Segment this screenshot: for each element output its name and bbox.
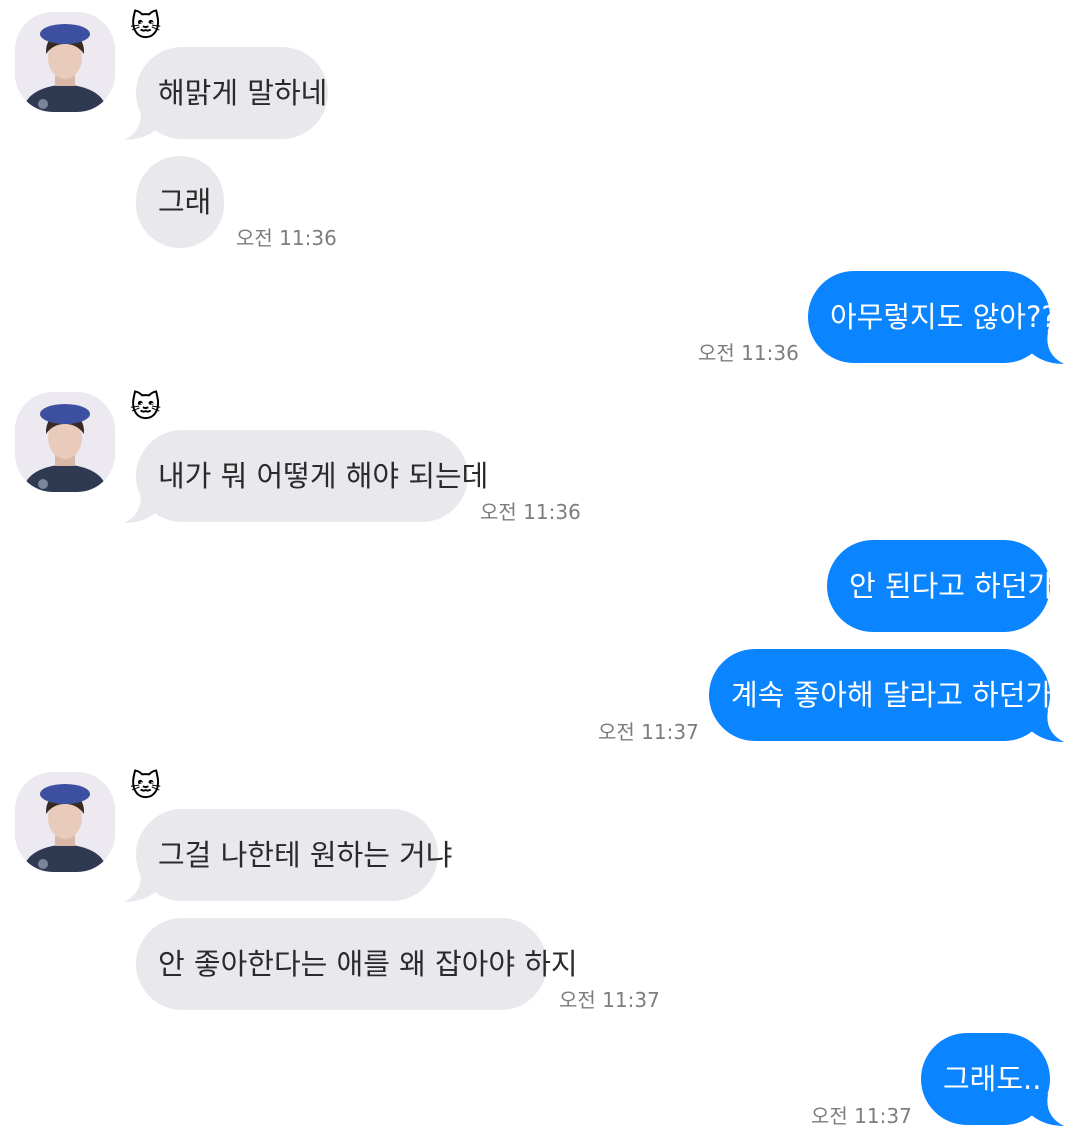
- timestamp: 오전 11:36: [698, 341, 799, 365]
- message-bubble[interactable]: 안 된다고 하던가: [827, 540, 1054, 632]
- sender-icon: 🐱: [130, 769, 162, 804]
- message-bubble[interactable]: 아무렇지도 않아??: [808, 271, 1057, 363]
- contact-avatar[interactable]: [15, 12, 115, 112]
- timestamp: 오전 11:37: [598, 720, 699, 744]
- timestamp: 오전 11:37: [811, 1104, 912, 1128]
- contact-avatar[interactable]: [15, 772, 115, 872]
- sender-icon: 🐱: [130, 9, 162, 44]
- timestamp: 오전 11:36: [480, 500, 581, 524]
- message-bubble[interactable]: 그걸 나한테 원하는 거냐: [136, 809, 452, 901]
- contact-avatar[interactable]: [15, 392, 115, 492]
- message-bubble[interactable]: 해맑게 말하네: [136, 47, 328, 139]
- timestamp: 오전 11:37: [559, 988, 660, 1012]
- message-bubble[interactable]: 그래도..: [921, 1033, 1050, 1125]
- message-bubble[interactable]: 계속 좋아해 달라고 하던가..: [709, 649, 1071, 741]
- message-bubble[interactable]: 그래: [136, 156, 224, 248]
- timestamp: 오전 11:36: [236, 226, 337, 250]
- message-bubble[interactable]: 안 좋아한다는 애를 왜 잡아야 하지: [136, 918, 578, 1010]
- message-bubble[interactable]: 내가 뭐 어떻게 해야 되는데: [136, 430, 488, 522]
- sender-icon: 🐱: [130, 390, 162, 425]
